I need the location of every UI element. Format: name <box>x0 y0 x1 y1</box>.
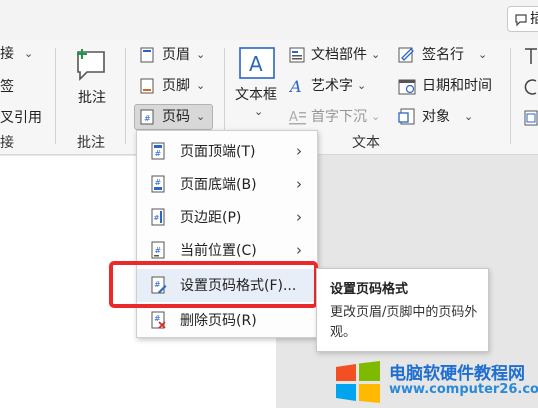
textbox-label: 文本框 <box>235 87 277 103</box>
group-separator <box>510 48 511 144</box>
tooltip-title: 设置页码格式 <box>330 282 409 297</box>
signature-line-button[interactable]: 签名行 ⌄ <box>398 46 490 66</box>
chevron-down-icon: ⌄ <box>478 48 488 61</box>
svg-text:#: # <box>155 246 162 255</box>
page-number-button[interactable]: # 页码 ⌄ <box>134 104 213 130</box>
footer-label: 页脚 <box>162 78 190 94</box>
date-time-button[interactable]: 日期和时间 <box>398 77 498 97</box>
textbox-icon: A <box>238 46 276 84</box>
menu-item-remove-page-numbers[interactable]: # 删除页码(R) <box>137 304 317 337</box>
menu-item-label: 页面顶端(T) <box>180 144 256 160</box>
svg-text:#: # <box>154 314 161 323</box>
link-item-label: 接 <box>0 46 14 62</box>
menu-item-bottom-of-page[interactable]: # 页面底端(B) › <box>137 168 317 201</box>
equation-icon[interactable] <box>524 78 538 100</box>
header-label: 页眉 <box>162 47 190 63</box>
drop-cap-label: 首字下沉 <box>311 109 367 125</box>
chevron-down-icon: ⌄ <box>196 110 206 123</box>
wordart-button[interactable]: A 艺术字 ⌄ <box>288 77 369 99</box>
text-group-label: 文本 <box>352 135 380 151</box>
new-comment-label: 批注 <box>78 90 106 106</box>
header-icon <box>140 47 154 67</box>
chevron-down-icon: ⌄ <box>371 48 381 61</box>
bookmark-label[interactable]: 签 <box>0 79 14 95</box>
remove-page-number-icon: # <box>151 311 167 333</box>
signature-line-label: 签名行 <box>422 47 464 63</box>
page-number-bottom-icon: # <box>151 175 165 197</box>
cross-reference-button[interactable]: 叉引用 <box>0 110 42 126</box>
drop-cap-button[interactable]: A 首字下沉 ⌄ <box>289 108 385 128</box>
calendar-icon <box>398 77 416 99</box>
comments-group-label: 批注 <box>77 135 105 151</box>
embed-icon[interactable] <box>524 109 538 131</box>
chevron-down-icon: ⌄ <box>254 105 264 118</box>
page-number-margin-icon: # <box>151 208 165 230</box>
chevron-right-icon: › <box>296 142 302 160</box>
links-group-label: 接 <box>0 135 14 151</box>
footer-button[interactable]: 页脚 ⌄ <box>140 77 210 97</box>
quick-parts-button[interactable]: 文档部件 ⌄ <box>289 46 385 66</box>
drop-cap-icon: A <box>289 108 307 130</box>
menu-item-label: 页面底端(B) <box>180 177 257 193</box>
chevron-right-icon: › <box>296 241 302 259</box>
object-label: 对象 <box>422 109 450 125</box>
group-separator <box>55 48 56 144</box>
menu-item-label: 当前位置(C) <box>180 243 257 259</box>
textbox-button[interactable]: A 文本框 ⌄ <box>234 46 282 120</box>
menu-item-top-of-page[interactable]: # 页面顶端(T) › <box>137 135 317 168</box>
menu-item-label: 页边距(P) <box>180 210 242 226</box>
new-comment-button[interactable]: 批注 <box>68 46 116 108</box>
page-number-current-icon: # <box>151 241 165 263</box>
chevron-right-icon: › <box>296 208 302 226</box>
page-number-label: 页码 <box>162 109 190 125</box>
comment-icon <box>514 12 528 31</box>
quick-parts-icon <box>289 47 305 67</box>
tooltip: 设置页码格式 更改页眉/页脚中的页码外观。 <box>316 268 489 352</box>
wordart-label: 艺术字 <box>311 78 353 94</box>
svg-text:#: # <box>144 114 151 123</box>
date-time-label: 日期和时间 <box>422 78 492 94</box>
chevron-down-icon: ⌄ <box>464 110 474 123</box>
signature-line-icon <box>398 46 416 68</box>
chevron-down-icon: ⌄ <box>196 79 206 92</box>
header-button[interactable]: 页眉 ⌄ <box>140 46 210 66</box>
object-icon <box>398 108 416 130</box>
svg-text:#: # <box>155 149 162 158</box>
menu-item-label: 删除页码(R) <box>180 313 257 329</box>
symbol-icon[interactable] <box>524 47 538 69</box>
comments-button-label: 插 <box>530 11 538 27</box>
chevron-down-icon: ⌄ <box>196 48 206 61</box>
svg-text:A: A <box>249 52 263 76</box>
object-button[interactable]: 对象 ⌄ <box>398 108 478 128</box>
watermark-title: 电脑软硬件教程网 <box>389 364 525 384</box>
title-bar-strip <box>0 0 538 40</box>
chevron-down-icon: ⌄ <box>24 47 34 60</box>
windows-logo-icon <box>334 361 382 407</box>
svg-text:A: A <box>289 110 298 125</box>
new-comment-icon <box>72 46 110 86</box>
quick-parts-label: 文档部件 <box>311 47 367 63</box>
menu-item-page-margins[interactable]: # 页边距(P) › <box>137 201 317 234</box>
tooltip-description: 更改页眉/页脚中的页码外观。 <box>330 305 478 340</box>
chevron-right-icon: › <box>296 175 302 193</box>
watermark-url: www.computer26.com <box>389 382 538 397</box>
svg-text:A: A <box>289 77 302 95</box>
page-number-top-icon: # <box>151 142 165 164</box>
group-separator <box>125 48 126 144</box>
comments-button[interactable]: 插 <box>507 6 538 32</box>
chevron-down-icon: ⌄ <box>357 79 367 92</box>
svg-text:#: # <box>155 178 162 187</box>
footer-icon <box>140 78 154 98</box>
highlight-annotation-box <box>109 261 318 308</box>
svg-text:#: # <box>154 214 160 222</box>
site-watermark: 电脑软硬件教程网 www.computer26.com <box>334 355 538 408</box>
chevron-down-icon: ⌄ <box>371 110 381 123</box>
wordart-icon: A <box>288 77 305 99</box>
page-number-icon: # <box>140 109 154 129</box>
